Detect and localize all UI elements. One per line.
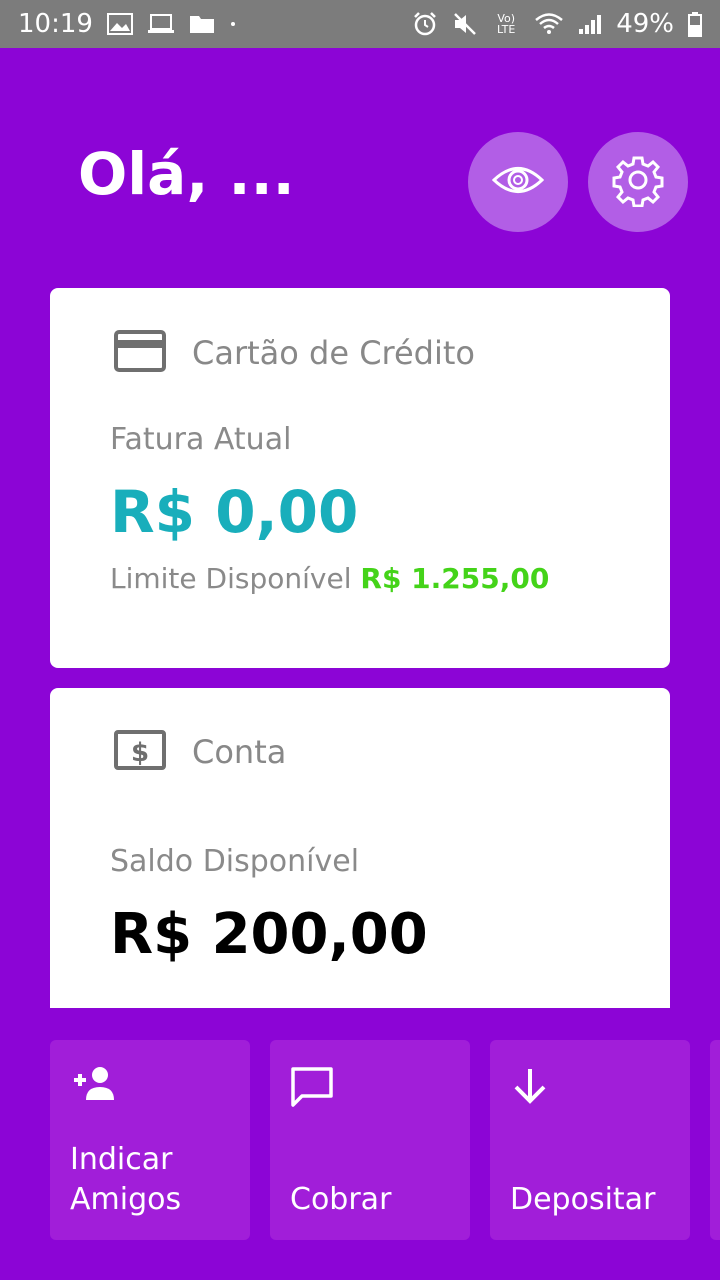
account-title: Conta [192,733,287,771]
balance-value: R$ 200,00 [110,902,428,967]
mute-icon [452,11,478,37]
laptop-icon [147,13,175,35]
charge-label: Cobrar [290,1180,391,1220]
settings-button[interactable] [588,132,688,232]
money-icon: $ [114,730,166,774]
limit-label: Limite Disponível [110,562,352,595]
greeting-title: Olá, ... [78,140,295,208]
account-panel[interactable]: $ Conta Saldo Disponível R$ 200,00 [50,688,670,1008]
status-bar: 10:19 Vo) LTE 49% [0,0,720,48]
folder-icon [189,13,215,35]
refer-friends-label-line1: Indicar [70,1142,173,1177]
toggle-visibility-button[interactable] [468,132,568,232]
balance-label: Saldo Disponível [110,844,360,879]
credit-card-header: Cartão de Crédito [114,330,475,376]
deposit-label: Depositar [510,1180,655,1220]
refer-friends-label: Indicar Amigos [70,1140,181,1220]
charge-button[interactable]: Cobrar [270,1040,470,1240]
invoice-value: R$ 0,00 [110,478,359,546]
deposit-button[interactable]: Depositar [490,1040,690,1240]
refer-friends-button[interactable]: Indicar Amigos [50,1040,250,1240]
credit-card-icon [114,330,166,376]
deposit-label-text: Depositar [510,1182,656,1217]
image-icon [106,13,133,35]
message-icon [290,1066,334,1112]
battery-icon [688,11,702,37]
gear-icon [611,153,665,211]
invoice-label: Fatura Atual [110,422,292,457]
credit-card-panel[interactable]: Cartão de Crédito Fatura Atual R$ 0,00 L… [50,288,670,668]
refer-friends-label-line2: Amigos [70,1182,182,1217]
status-time: 10:19 [18,9,93,39]
account-header: $ Conta [114,730,286,774]
limit-row: Limite Disponível R$ 1.255,00 [110,562,549,595]
dot-icon [229,20,237,28]
eye-icon [491,163,545,201]
limit-value: R$ 1.255,00 [360,562,550,595]
alarm-icon [412,11,438,37]
person-add-icon [70,1066,120,1106]
wifi-icon [534,12,564,36]
volte-icon: Vo) LTE [497,12,516,36]
status-bar-right: Vo) LTE 49% [412,9,702,39]
arrow-down-icon [510,1066,550,1110]
charge-label-text: Cobrar [290,1182,392,1217]
battery-percent: 49% [616,9,674,39]
svg-text:$: $ [131,738,149,768]
next-action-tile-partial[interactable] [710,1040,720,1240]
status-bar-left: 10:19 [18,9,237,39]
credit-card-title: Cartão de Crédito [192,334,475,372]
signal-icon [578,13,602,35]
